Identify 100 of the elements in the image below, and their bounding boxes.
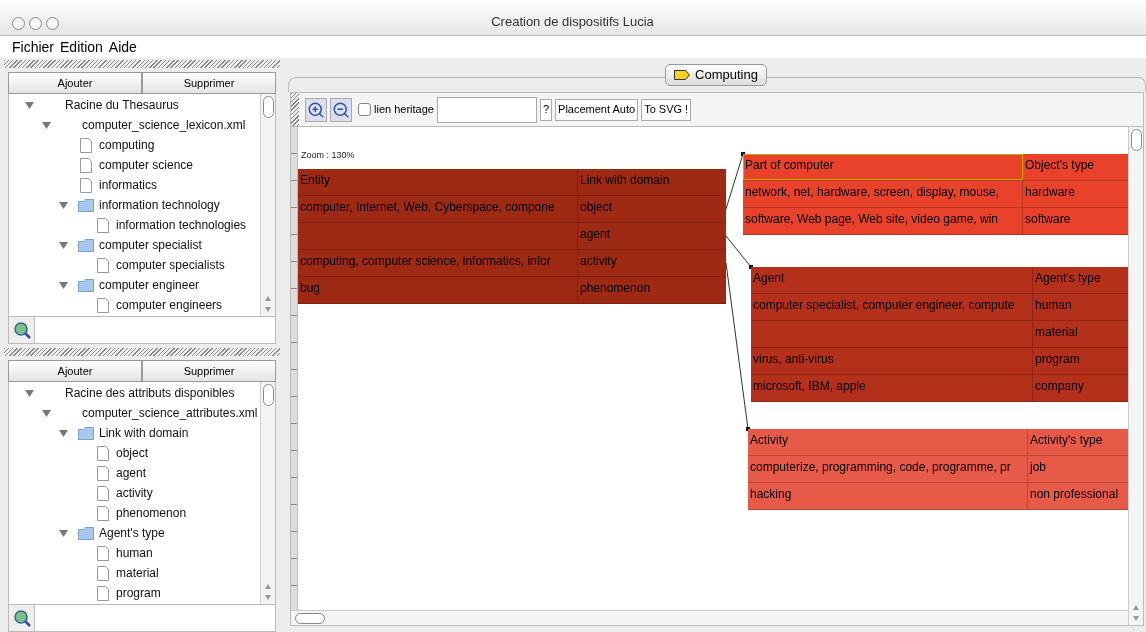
- zoom-out-button[interactable]: [330, 97, 352, 122]
- scroll-thumb[interactable]: [262, 384, 274, 406]
- tree-item[interactable]: Racine des attributs disponibles: [65, 384, 235, 402]
- tree-item[interactable]: informatics: [99, 176, 157, 194]
- scroll-thumb[interactable]: [262, 96, 274, 118]
- table-cell: computer specialist, computer engineer, compute: [751, 294, 1033, 320]
- disclosure-triangle-icon[interactable]: [59, 200, 68, 210]
- scrollbar[interactable]: [1128, 127, 1143, 625]
- table-cell-text: activity: [579, 253, 618, 270]
- tab[interactable]: Computing: [665, 64, 767, 86]
- tree-item[interactable]: object: [116, 444, 149, 462]
- scroll-thumb[interactable]: [295, 612, 325, 624]
- tree-item[interactable]: computer specialist: [99, 236, 202, 254]
- tree-item[interactable]: Agent's type: [99, 524, 165, 542]
- window-title: Creation de dispositifs Lucia: [491, 12, 654, 31]
- toolbar-button[interactable]: ?: [539, 98, 553, 121]
- document-icon: [97, 565, 109, 581]
- splitter-grip[interactable]: [291, 93, 299, 126]
- tree-item[interactable]: computing: [99, 136, 155, 154]
- disclosure-triangle-icon[interactable]: [59, 240, 68, 250]
- tag-icon: [674, 70, 691, 80]
- tree-item[interactable]: computer engineer: [99, 276, 200, 294]
- table-cell-text: job: [1028, 459, 1047, 476]
- table-cell-text: program: [1034, 351, 1081, 368]
- scroll-arrows-icon[interactable]: [1132, 603, 1140, 623]
- table-cell: virus, anti-virus: [751, 348, 1033, 374]
- disclosure-triangle-icon[interactable]: [25, 100, 34, 110]
- document-icon: [97, 257, 109, 273]
- tree-item[interactable]: computer engineers: [116, 296, 223, 314]
- zoom-out-icon: [332, 100, 350, 119]
- table-cell-text: non professional: [1029, 486, 1120, 503]
- table-cell: network, net, hardware, screen, display, mouse,: [743, 181, 1023, 207]
- text-field[interactable]: [436, 96, 537, 123]
- table-cell: bug: [298, 277, 578, 303]
- tree-item[interactable]: human: [116, 544, 153, 562]
- toolbar-button[interactable]: Placement Auto: [555, 98, 639, 121]
- table-cell-text: human: [1034, 297, 1073, 314]
- tree-item[interactable]: computer_science_attributes.xml: [82, 404, 258, 422]
- toolbar-button[interactable]: Supprimer: [142, 360, 276, 382]
- checkbox[interactable]: [358, 103, 371, 116]
- table-cell-text: agent: [579, 226, 612, 243]
- document-icon: [80, 177, 92, 193]
- scroll-arrows-icon[interactable]: [264, 294, 272, 314]
- table-cell-text: software: [1024, 211, 1072, 228]
- menu-item[interactable]: Fichier: [12, 36, 54, 58]
- disclosure-triangle-icon[interactable]: [59, 428, 68, 438]
- disclosure-triangle-icon[interactable]: [59, 528, 68, 538]
- tree-item[interactable]: material: [116, 564, 159, 582]
- entity-table[interactable]: Activity Activity's type computerize, programming, code, programme, pr job hacking non professional: [748, 429, 1128, 510]
- folder-icon: [78, 426, 94, 440]
- tree-item[interactable]: computer specialists: [116, 256, 225, 274]
- document-icon: [80, 137, 92, 153]
- toolbar-button[interactable]: Supprimer: [142, 72, 276, 94]
- zoom-in-icon: [307, 100, 325, 119]
- zoom-level-label: Zoom : 130%: [301, 149, 355, 162]
- folder-icon: [78, 278, 94, 292]
- zoom-in-button[interactable]: [305, 97, 327, 122]
- disclosure-triangle-icon[interactable]: [42, 408, 51, 418]
- menu-item[interactable]: Aide: [108, 36, 137, 58]
- scrollbar[interactable]: [260, 94, 275, 316]
- column-header: Agent's type: [1034, 270, 1102, 287]
- table-cell: hacking: [748, 483, 1028, 509]
- folder-icon: [78, 526, 94, 540]
- scrollbar[interactable]: [260, 382, 275, 604]
- window-control[interactable]: [46, 17, 59, 30]
- table-cell-text: object: [579, 199, 614, 216]
- tree-item[interactable]: computer science: [99, 156, 194, 174]
- scrollbar[interactable]: [291, 610, 1128, 625]
- tree-item[interactable]: Link with domain: [99, 424, 189, 442]
- tree-item[interactable]: computer_science_lexicon.xml: [82, 116, 246, 134]
- splitter-grip[interactable]: [4, 60, 280, 68]
- document-icon: [97, 585, 109, 601]
- splitter-grip[interactable]: [4, 348, 280, 356]
- tree-item[interactable]: Racine du Thesaurus: [65, 96, 179, 114]
- tree-item[interactable]: program: [116, 584, 161, 602]
- document-icon: [97, 505, 109, 521]
- tree-item[interactable]: information technologies: [116, 216, 247, 234]
- scroll-arrows-icon[interactable]: [264, 582, 272, 602]
- table-cell-text: material: [1034, 324, 1079, 341]
- disclosure-triangle-icon[interactable]: [59, 280, 68, 290]
- entity-table[interactable]: Part of computer Object's type network, net, hardware, screen, display, mouse, hardware software, Web page, Web site, video game, win software: [743, 154, 1128, 235]
- table-cell: computerize, programming, code, programme, pr: [748, 456, 1028, 482]
- column-header: Link with domain: [579, 172, 671, 189]
- disclosure-triangle-icon[interactable]: [42, 120, 51, 130]
- tree-item[interactable]: phenomenon: [116, 504, 187, 522]
- tree-item[interactable]: information technology: [99, 196, 220, 214]
- window-control[interactable]: [12, 17, 25, 30]
- toolbar-button[interactable]: Ajouter: [8, 360, 142, 382]
- tree-item[interactable]: agent: [116, 464, 147, 482]
- document-icon: [80, 157, 92, 173]
- toolbar-button[interactable]: To SVG !: [641, 98, 692, 121]
- toolbar-button[interactable]: Ajouter: [8, 72, 142, 94]
- checkbox-label: lien heritage: [374, 102, 434, 118]
- table-cell: computing, computer science, informatics, infor: [298, 250, 578, 276]
- tree-item[interactable]: activity: [116, 484, 153, 502]
- scroll-thumb[interactable]: [1130, 129, 1142, 151]
- table-cell-text: hardware: [1024, 184, 1077, 201]
- menu-item[interactable]: Edition: [60, 36, 103, 58]
- window-control[interactable]: [29, 17, 42, 30]
- disclosure-triangle-icon[interactable]: [25, 388, 34, 398]
